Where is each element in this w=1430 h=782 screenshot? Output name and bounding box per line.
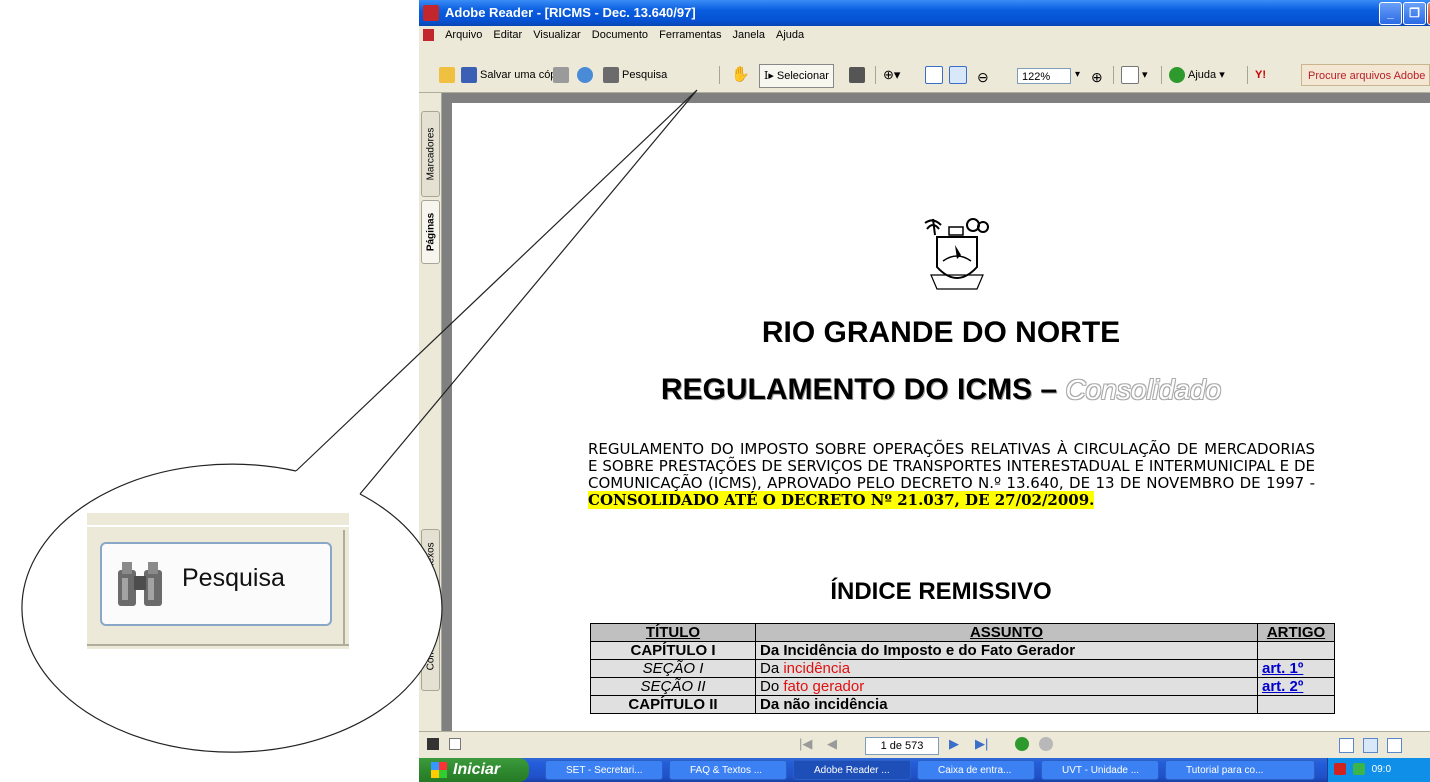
search-button-zoomed: Pesquisa — [100, 542, 332, 626]
search-label-zoomed: Pesquisa — [182, 564, 285, 592]
binoculars-icon — [118, 562, 162, 606]
callout-balloon — [21, 89, 698, 753]
